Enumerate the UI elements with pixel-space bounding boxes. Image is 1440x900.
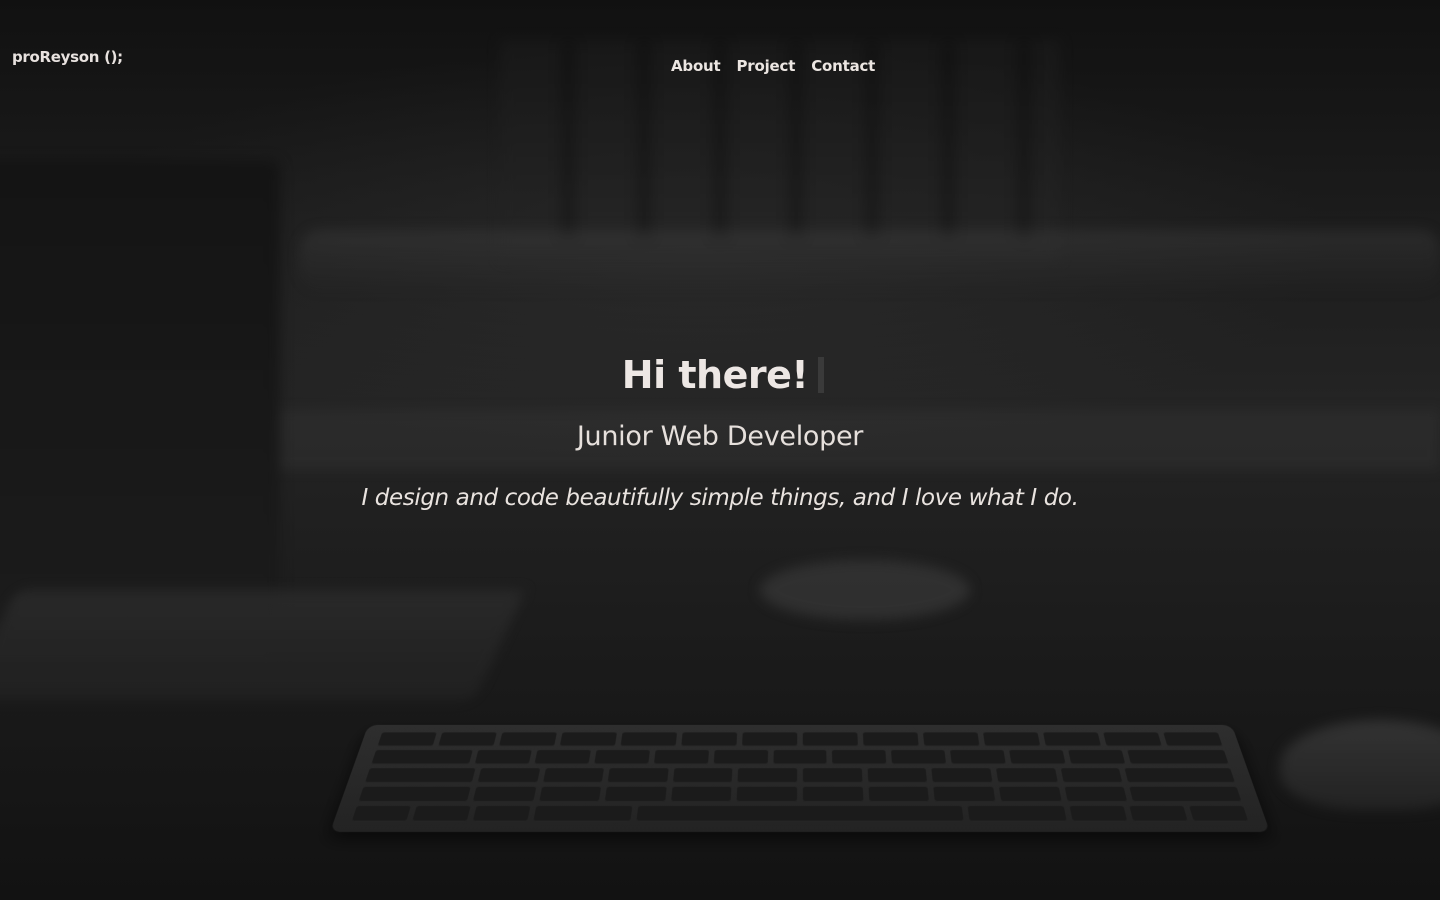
nav-link-about[interactable]: About <box>671 57 721 75</box>
background-laptop-base <box>0 590 526 700</box>
background-shelf <box>300 230 1440 290</box>
hero-tagline: I design and code beautifully simple thi… <box>361 485 1079 511</box>
main-nav: About Project Contact <box>671 57 875 75</box>
background-cup <box>760 560 970 620</box>
text-cursor-icon <box>818 357 825 393</box>
nav-link-contact[interactable]: Contact <box>811 57 875 75</box>
nav-link-project[interactable]: Project <box>737 57 796 75</box>
hero-subtitle: Junior Web Developer <box>576 421 864 452</box>
background-keyboard <box>330 724 1270 832</box>
hero-section: proReyson (); About Project Contact Hi t… <box>0 0 1440 900</box>
background-laptop <box>0 160 280 660</box>
hero-title: Hi there! <box>621 353 809 397</box>
hero-title-wrap: Hi there! <box>0 353 1440 397</box>
brand-logo[interactable]: proReyson (); <box>12 48 123 66</box>
background-mouse <box>1280 720 1440 810</box>
